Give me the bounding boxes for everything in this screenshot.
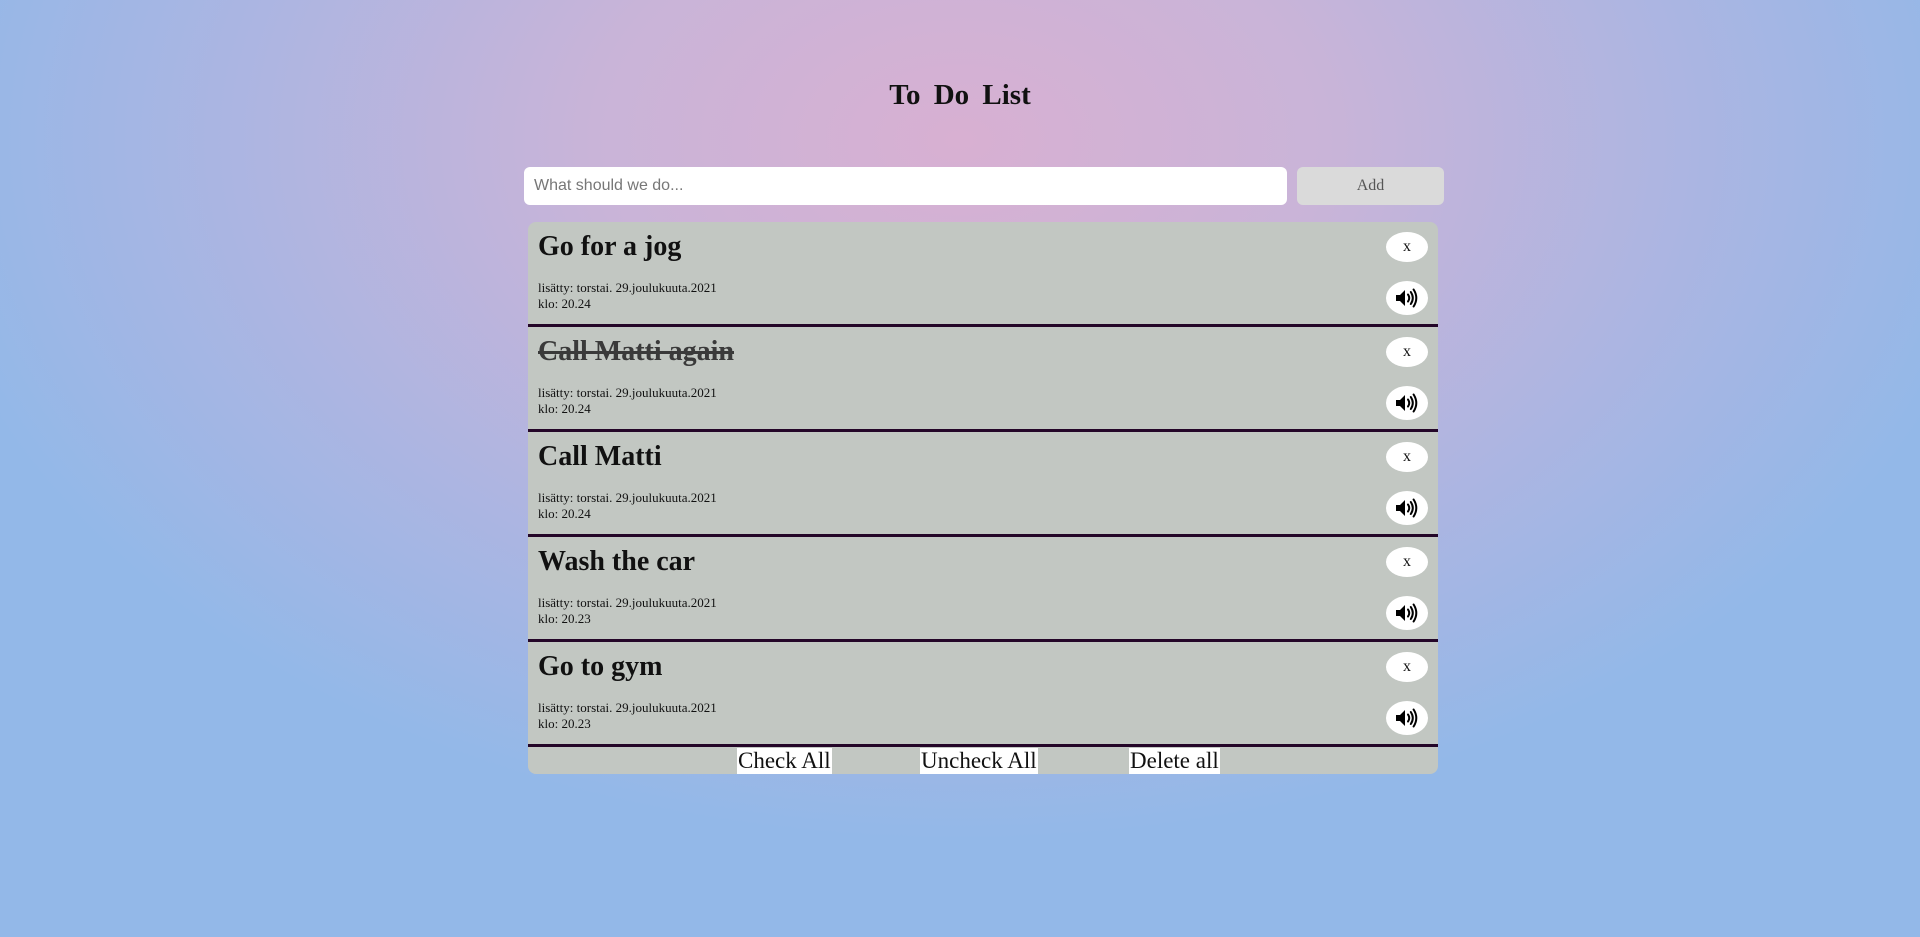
uncheck-all-button[interactable]: Uncheck All bbox=[920, 748, 1038, 774]
todo-item-time: klo: 20.24 bbox=[538, 506, 591, 521]
add-button[interactable]: Add bbox=[1297, 167, 1444, 205]
todo-list: Go for a jog lisätty: torstai. 29.jouluk… bbox=[528, 222, 1438, 774]
delete-item-button[interactable]: x bbox=[1386, 337, 1428, 367]
delete-all-button[interactable]: Delete all bbox=[1129, 748, 1220, 774]
todo-item-meta: lisätty: torstai. 29.joulukuuta.2021 klo… bbox=[538, 700, 717, 732]
todo-item[interactable]: Wash the car lisätty: torstai. 29.jouluk… bbox=[528, 537, 1438, 642]
todo-item-meta: lisätty: torstai. 29.joulukuuta.2021 klo… bbox=[538, 490, 717, 522]
page-title: To Do List bbox=[889, 79, 1031, 111]
todo-item[interactable]: Call Matti lisätty: torstai. 29.joulukuu… bbox=[528, 432, 1438, 537]
todo-item-time: klo: 20.23 bbox=[538, 611, 591, 626]
speaker-icon bbox=[1396, 393, 1418, 413]
speaker-icon bbox=[1396, 498, 1418, 518]
speak-item-button[interactable] bbox=[1386, 596, 1428, 630]
todo-item-added-date: lisätty: torstai. 29.joulukuuta.2021 bbox=[538, 385, 717, 400]
speak-item-button[interactable] bbox=[1386, 701, 1428, 735]
todo-item-meta: lisätty: torstai. 29.joulukuuta.2021 klo… bbox=[538, 280, 717, 312]
todo-item-added-date: lisätty: torstai. 29.joulukuuta.2021 bbox=[538, 595, 717, 610]
todo-item-added-date: lisätty: torstai. 29.joulukuuta.2021 bbox=[538, 490, 717, 505]
speaker-icon bbox=[1396, 288, 1418, 308]
todo-item-meta: lisätty: torstai. 29.joulukuuta.2021 klo… bbox=[538, 595, 717, 627]
delete-item-button[interactable]: x bbox=[1386, 442, 1428, 472]
todo-item[interactable]: Call Matti again lisätty: torstai. 29.jo… bbox=[528, 327, 1438, 432]
todo-item-meta: lisätty: torstai. 29.joulukuuta.2021 klo… bbox=[538, 385, 717, 417]
speaker-icon bbox=[1396, 708, 1418, 728]
todo-item-added-date: lisätty: torstai. 29.joulukuuta.2021 bbox=[538, 280, 717, 295]
todo-input[interactable] bbox=[524, 167, 1287, 205]
speak-item-button[interactable] bbox=[1386, 386, 1428, 420]
todo-item-added-date: lisätty: torstai. 29.joulukuuta.2021 bbox=[538, 700, 717, 715]
delete-item-button[interactable]: x bbox=[1386, 547, 1428, 577]
todo-item-time: klo: 20.24 bbox=[538, 296, 591, 311]
todo-item[interactable]: Go to gym lisätty: torstai. 29.joulukuut… bbox=[528, 642, 1438, 747]
todo-item-time: klo: 20.24 bbox=[538, 401, 591, 416]
todo-item-text[interactable]: Call Matti again bbox=[538, 334, 734, 370]
todo-item-text[interactable]: Call Matti bbox=[538, 439, 662, 475]
todo-item-text[interactable]: Go for a jog bbox=[538, 229, 681, 265]
list-footer: Check All Uncheck All Delete all bbox=[528, 747, 1438, 774]
delete-item-button[interactable]: x bbox=[1386, 232, 1428, 262]
todo-item-text[interactable]: Go to gym bbox=[538, 649, 662, 685]
speak-item-button[interactable] bbox=[1386, 281, 1428, 315]
add-todo-form: Add bbox=[524, 167, 1444, 205]
speak-item-button[interactable] bbox=[1386, 491, 1428, 525]
speaker-icon bbox=[1396, 603, 1418, 623]
todo-item-time: klo: 20.23 bbox=[538, 716, 591, 731]
todo-item[interactable]: Go for a jog lisätty: torstai. 29.jouluk… bbox=[528, 222, 1438, 327]
delete-item-button[interactable]: x bbox=[1386, 652, 1428, 682]
check-all-button[interactable]: Check All bbox=[737, 748, 832, 774]
todo-item-text[interactable]: Wash the car bbox=[538, 544, 695, 580]
